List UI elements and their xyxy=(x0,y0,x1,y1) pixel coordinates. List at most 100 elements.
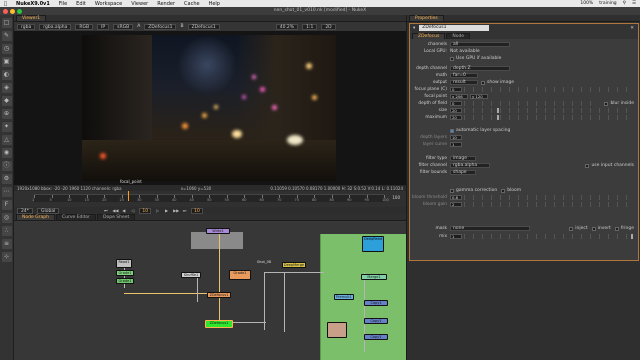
color-nodes-icon[interactable]: ◐ xyxy=(1,70,12,80)
transform-nodes-icon[interactable]: ✦ xyxy=(1,122,12,132)
deep-nodes-icon[interactable]: ≡ xyxy=(1,239,12,249)
focal-point-x-field[interactable]: x 206 xyxy=(450,94,468,99)
node-copy[interactable]: Copy1 xyxy=(364,300,388,306)
tab-properties[interactable]: Properties xyxy=(409,15,444,21)
mix-slider[interactable] xyxy=(464,234,633,239)
auto-layer-spacing-checkbox[interactable] xyxy=(450,128,454,133)
node-premult[interactable]: Premult1 xyxy=(334,294,354,300)
node-zdefocus[interactable]: ZDefocus1 xyxy=(207,292,231,298)
focus-plane-slider[interactable] xyxy=(464,87,632,92)
tab-node[interactable]: Node xyxy=(446,33,471,39)
play-forward-icon[interactable]: ▷ xyxy=(155,208,160,213)
use-input-channels-checkbox[interactable] xyxy=(585,163,590,168)
node-merge[interactable]: Merge1 xyxy=(361,274,387,280)
bloom-threshold-slider[interactable] xyxy=(464,195,632,200)
display-channels-dropdown[interactable]: RGB xyxy=(75,23,94,30)
mix-slider-thumb[interactable] xyxy=(631,234,633,239)
zoom-dropdown[interactable]: 40.2% xyxy=(275,23,299,30)
tab-curve-editor[interactable]: Curve Editor xyxy=(55,214,97,220)
keyer-nodes-icon[interactable]: ◆ xyxy=(1,96,12,106)
node-name-field[interactable]: ZDefocus1 xyxy=(419,25,490,31)
node-read[interactable]: Read1 xyxy=(116,259,132,268)
other-nodes-icon[interactable]: ⋯ xyxy=(1,187,12,197)
channel-nodes-icon[interactable]: ▣ xyxy=(1,57,12,67)
show-image-checkbox[interactable] xyxy=(481,80,485,85)
tab-zdefocus[interactable]: ZDefocus xyxy=(412,33,446,39)
zoom-window-button[interactable] xyxy=(17,8,22,14)
node-shuffle[interactable]: Shuffle1 xyxy=(181,272,201,278)
maximum-field[interactable]: 20 xyxy=(450,115,462,120)
use-gpu-checkbox[interactable] xyxy=(450,56,454,61)
close-window-button[interactable] xyxy=(3,8,8,14)
menu-help[interactable]: Help xyxy=(209,1,220,7)
fps-field[interactable]: 24* xyxy=(17,207,33,214)
node-thumbnail[interactable] xyxy=(327,322,347,338)
filter-bounds-dropdown[interactable]: shape xyxy=(450,169,476,176)
menu-workspace[interactable]: Workspace xyxy=(95,1,122,7)
channel-dropdown[interactable]: rgba.alpha xyxy=(39,23,72,30)
filter-type-dropdown[interactable]: image xyxy=(450,155,476,162)
menu-render[interactable]: Render xyxy=(157,1,175,7)
minimize-window-button[interactable] xyxy=(10,8,15,14)
depth-layers-field[interactable]: 10 xyxy=(450,135,462,140)
bloom-checkbox[interactable] xyxy=(501,188,506,193)
maximum-slider[interactable] xyxy=(464,115,632,120)
range-mode-dropdown[interactable]: Global xyxy=(36,207,60,214)
math-dropdown[interactable]: far=0 xyxy=(450,72,478,79)
timeline-ruler[interactable]: 1 5 10 15 20 25 30 35 40 45 50 55 60 65 70 75 80 85 90 95 10… xyxy=(32,194,389,202)
aspect-dropdown[interactable]: 1:1 xyxy=(302,23,318,30)
last-frame-icon[interactable]: ⏭ xyxy=(182,208,187,213)
toolsets-icon[interactable]: ⚙ xyxy=(1,174,12,184)
blur-inside-checkbox[interactable] xyxy=(604,101,609,106)
output-dropdown[interactable]: result xyxy=(450,79,478,86)
node-zdefocus-selected[interactable]: ZDefocus1 xyxy=(205,320,233,328)
filter-channel-dropdown[interactable]: rgba.alpha xyxy=(450,162,490,169)
timeline[interactable]: 1 5 10 15 20 25 30 35 40 45 50 55 60 65 70 75 80 85 90 95 10… xyxy=(14,191,406,207)
menu-app-name[interactable]: NukeX9.0v1 xyxy=(16,1,50,7)
draw-nodes-icon[interactable]: ✎ xyxy=(1,31,12,41)
node-grade-2[interactable]: Grade1 xyxy=(116,278,134,284)
maximum-slider-thumb[interactable] xyxy=(496,115,499,120)
merge-nodes-icon[interactable]: ⊕ xyxy=(1,109,12,119)
focal-point-handle[interactable]: focal_point xyxy=(120,179,142,184)
node-copy-2[interactable]: Copy1 xyxy=(364,318,388,324)
mix-field[interactable]: 1 xyxy=(450,234,462,239)
focal-point-y-field[interactable]: y 120 xyxy=(470,94,488,99)
inject-checkbox[interactable] xyxy=(569,226,574,231)
menu-file[interactable]: File xyxy=(59,1,67,7)
mask-dropdown[interactable]: none xyxy=(450,225,530,232)
filter-nodes-icon[interactable]: ◈ xyxy=(1,83,12,93)
size-field[interactable]: 20 xyxy=(450,108,462,113)
play-backward-icon[interactable]: ◁ xyxy=(130,208,135,213)
viewer-lut-dropdown[interactable]: sRGB xyxy=(113,23,134,30)
gamma-correction-checkbox[interactable] xyxy=(450,188,454,193)
input-a-dropdown[interactable]: ZDefocus1 xyxy=(144,23,177,30)
bloom-threshold-field[interactable]: 0.8 xyxy=(450,195,462,200)
user-name[interactable]: training xyxy=(599,1,616,6)
node-graph-canvas[interactable]: Write1 Read1 Grade1 Grade1 Shuffle1 Grad… xyxy=(14,222,406,360)
apple-icon[interactable]:  xyxy=(4,1,7,7)
menu-list-icon[interactable]: ☰ xyxy=(632,1,636,6)
tab-viewer1[interactable]: Viewer1 xyxy=(16,15,47,21)
depth-of-field-slider[interactable] xyxy=(464,101,599,106)
viewer-canvas[interactable]: focal_point xyxy=(14,31,406,185)
menu-viewer[interactable]: Viewer xyxy=(131,1,148,7)
menu-cache[interactable]: Cache xyxy=(184,1,200,7)
prev-keyframe-icon[interactable]: ◀◀ xyxy=(112,208,118,213)
size-slider[interactable] xyxy=(464,108,632,113)
prev-frame-icon[interactable]: ◀ xyxy=(121,208,126,213)
depth-of-field-field[interactable]: 0 xyxy=(450,101,462,106)
focus-plane-field[interactable]: 0 xyxy=(450,87,462,92)
playhead[interactable] xyxy=(128,191,129,201)
node-grade-orange[interactable]: Grade1 xyxy=(229,270,251,280)
depth-channel-dropdown[interactable]: depth.Z xyxy=(450,65,510,72)
invert-checkbox[interactable] xyxy=(591,226,596,231)
metadata-nodes-icon[interactable]: ⓘ xyxy=(1,161,12,171)
menu-edit[interactable]: Edit xyxy=(76,1,86,7)
bloom-gain-field[interactable]: 2 xyxy=(450,202,462,207)
backdrop-node[interactable] xyxy=(320,234,406,360)
ocio-nodes-icon[interactable]: ◎ xyxy=(1,213,12,223)
backdrop-node[interactable] xyxy=(191,232,243,249)
time-nodes-icon[interactable]: ◷ xyxy=(1,44,12,54)
fringe-checkbox[interactable] xyxy=(614,226,619,231)
